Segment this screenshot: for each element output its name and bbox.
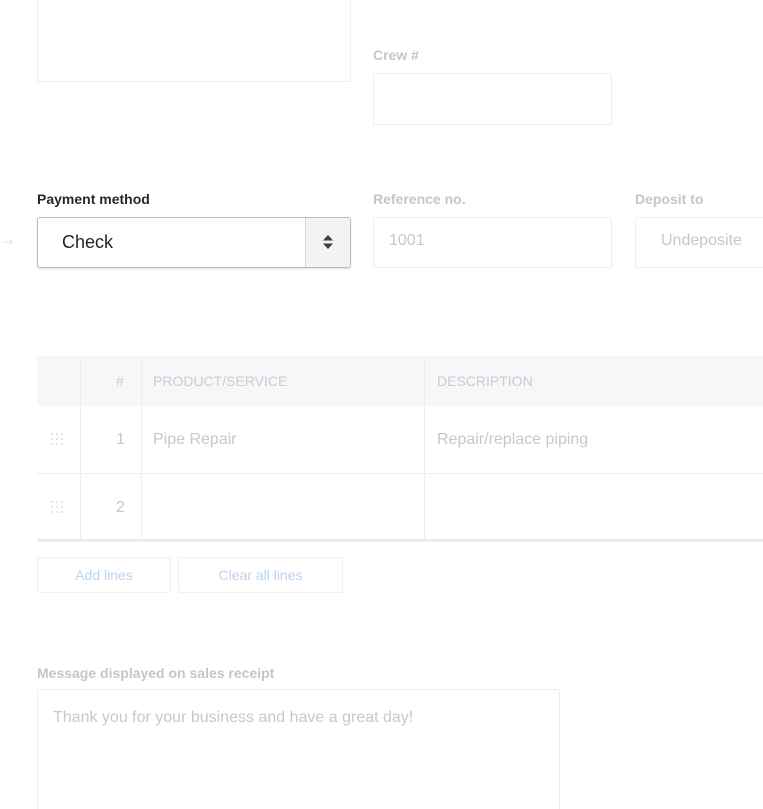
column-divider <box>141 356 142 541</box>
row-product[interactable]: Pipe Repair <box>153 431 237 449</box>
deposit-label: Deposit to <box>635 191 704 207</box>
deposit-select[interactable]: Undeposite <box>635 217 763 268</box>
table-row[interactable]: 1 Pipe Repair Repair/replace piping <box>37 406 763 474</box>
column-divider <box>424 356 425 541</box>
message-label: Message displayed on sales receipt <box>37 665 275 681</box>
payment-method-select[interactable]: Check <box>37 217 351 268</box>
payment-method-value: Check <box>62 232 114 252</box>
reference-label: Reference no. <box>373 191 466 207</box>
faint-arrow-icon <box>2 238 13 246</box>
row-number: 2 <box>116 499 125 516</box>
reference-value: 1001 <box>389 232 425 249</box>
row-number: 1 <box>116 431 125 448</box>
crew-input[interactable] <box>373 73 612 125</box>
clear-all-lines-button[interactable]: Clear all lines <box>178 557 343 593</box>
deposit-value: Undeposite <box>661 232 742 249</box>
address-textarea[interactable] <box>37 0 351 82</box>
table-header: # PRODUCT/SERVICE DESCRIPTION <box>37 356 763 406</box>
reference-input[interactable]: 1001 <box>373 217 612 268</box>
payment-method-label: Payment method <box>37 191 150 207</box>
add-lines-button[interactable]: Add lines <box>37 557 171 593</box>
sales-receipt-form: Crew # Payment method Check Reference no… <box>0 0 763 809</box>
table-row[interactable]: 2 <box>37 474 763 542</box>
crew-label: Crew # <box>373 47 419 63</box>
col-header-description: DESCRIPTION <box>437 373 533 389</box>
drag-handle-icon[interactable] <box>51 433 63 445</box>
row-description[interactable]: Repair/replace piping <box>437 431 588 449</box>
column-divider <box>80 356 81 541</box>
message-textarea[interactable]: Thank you for your business and have a g… <box>37 689 560 809</box>
col-header-product: PRODUCT/SERVICE <box>153 373 288 389</box>
up-down-arrows-icon <box>323 235 333 249</box>
message-value: Thank you for your business and have a g… <box>53 709 414 726</box>
table-bottom-border <box>37 539 763 541</box>
select-arrows[interactable] <box>305 218 350 267</box>
drag-handle-icon[interactable] <box>51 501 63 513</box>
col-header-number: # <box>116 373 124 389</box>
